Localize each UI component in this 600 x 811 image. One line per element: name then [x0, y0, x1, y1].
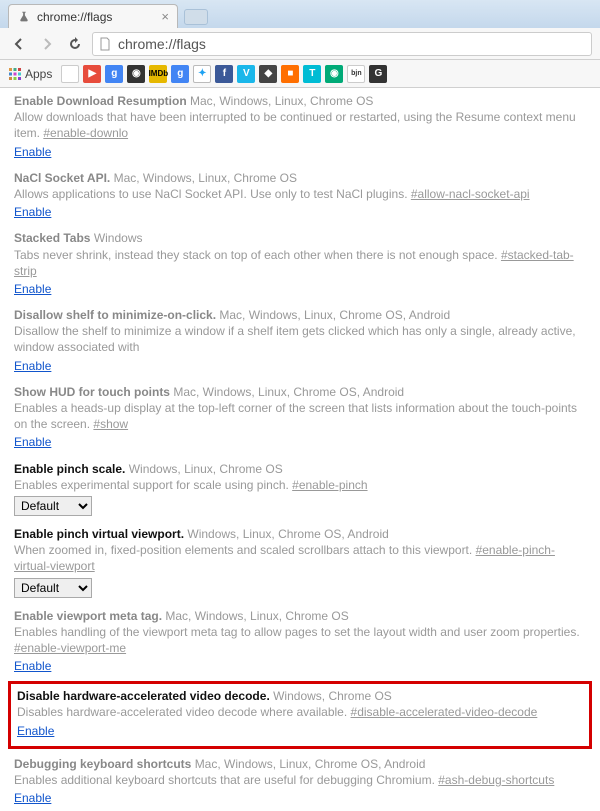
bookmark-icon-6[interactable]: g: [171, 65, 189, 83]
tab-title: chrome://flags: [37, 10, 112, 24]
url-text: chrome://flags: [118, 36, 206, 52]
flag-platforms: Mac, Windows, Linux, Chrome OS, Android: [219, 308, 450, 322]
enable-link[interactable]: Enable: [14, 790, 51, 806]
tab-strip: chrome://flags ×: [0, 0, 600, 28]
bookmark-icon-15[interactable]: G: [369, 65, 387, 83]
flag-title: Enable viewport meta tag.: [14, 609, 165, 623]
flag-description: Disables hardware-accelerated video deco…: [17, 705, 351, 719]
flag-select[interactable]: Default: [14, 578, 92, 598]
flag-description: Tabs never shrink, instead they stack on…: [14, 248, 501, 262]
flag-platforms: Mac, Windows, Linux, Chrome OS: [190, 94, 373, 108]
flag-title: Show HUD for touch points: [14, 385, 173, 399]
toolbar: chrome://flags: [0, 28, 600, 60]
bookmark-icon-3[interactable]: g: [105, 65, 123, 83]
bookmark-icon-14[interactable]: bjn: [347, 65, 365, 83]
flag-description: When zoomed in, fixed-position elements …: [14, 543, 476, 557]
flag-item: Enable viewport meta tag. Mac, Windows, …: [0, 603, 600, 680]
flags-content: Enable Download Resumption Mac, Windows,…: [0, 88, 600, 811]
bookmark-icon-2[interactable]: ▶: [83, 65, 101, 83]
forward-button[interactable]: [36, 33, 58, 55]
flag-anchor-link[interactable]: #enable-viewport-me: [14, 641, 126, 655]
bookmark-icon-8[interactable]: f: [215, 65, 233, 83]
flag-platforms: Windows: [94, 231, 143, 245]
flag-select[interactable]: Default: [14, 496, 92, 516]
flag-title: Disallow shelf to minimize-on-click.: [14, 308, 219, 322]
apps-button[interactable]: Apps: [8, 67, 52, 81]
flag-platforms: Mac, Windows, Linux, Chrome OS: [165, 609, 348, 623]
flag-platforms: Windows, Linux, Chrome OS: [129, 462, 283, 476]
enable-link[interactable]: Enable: [14, 434, 51, 450]
flag-platforms: Windows, Linux, Chrome OS, Android: [187, 527, 388, 541]
browser-tab[interactable]: chrome://flags ×: [8, 4, 178, 28]
bookmark-icon-4[interactable]: ◉: [127, 65, 145, 83]
bookmark-icon-11[interactable]: ■: [281, 65, 299, 83]
bookmark-icon-10[interactable]: ◆: [259, 65, 277, 83]
flag-anchor-link[interactable]: #disable-accelerated-video-decode: [351, 705, 538, 719]
bookmark-icon-5[interactable]: IMDb: [149, 65, 167, 83]
flag-item: Enable Download Resumption Mac, Windows,…: [0, 88, 600, 165]
page-icon: [99, 37, 113, 51]
flask-icon: [17, 10, 31, 24]
flag-anchor-link[interactable]: #enable-downlo: [43, 126, 128, 140]
flag-title: Enable pinch scale.: [14, 462, 129, 476]
enable-link[interactable]: Enable: [14, 204, 51, 220]
flag-description: Allows applications to use NaCl Socket A…: [14, 187, 411, 201]
bookmark-icon-12[interactable]: T: [303, 65, 321, 83]
back-button[interactable]: [8, 33, 30, 55]
bookmark-icon-7[interactable]: ✦: [193, 65, 211, 83]
flag-item: Disable hardware-accelerated video decod…: [17, 688, 583, 740]
apps-label-text: Apps: [25, 67, 52, 81]
flag-title: Enable pinch virtual viewport.: [14, 527, 187, 541]
flag-title: NaCl Socket API.: [14, 171, 114, 185]
flag-title: Stacked Tabs: [14, 231, 94, 245]
flag-item: NaCl Socket API. Mac, Windows, Linux, Ch…: [0, 165, 600, 226]
flag-title: Disable hardware-accelerated video decod…: [17, 689, 273, 703]
flag-item: Enable pinch virtual viewport. Windows, …: [0, 521, 600, 603]
enable-link[interactable]: Enable: [14, 658, 51, 674]
enable-link[interactable]: Enable: [17, 723, 54, 739]
enable-link[interactable]: Enable: [14, 358, 51, 374]
flag-description: Enables experimental support for scale u…: [14, 478, 292, 492]
close-icon[interactable]: ×: [161, 9, 169, 24]
flag-platforms: Mac, Windows, Linux, Chrome OS, Android: [195, 757, 426, 771]
flag-item: Disallow shelf to minimize-on-click. Mac…: [0, 302, 600, 379]
enable-link[interactable]: Enable: [14, 281, 51, 297]
flag-anchor-link[interactable]: #show: [93, 417, 128, 431]
highlighted-flag: Disable hardware-accelerated video decod…: [8, 681, 592, 749]
url-bar[interactable]: chrome://flags: [92, 32, 592, 56]
flag-title: Debugging keyboard shortcuts: [14, 757, 195, 771]
flag-platforms: Windows, Chrome OS: [273, 689, 392, 703]
flag-platforms: Mac, Windows, Linux, Chrome OS, Android: [173, 385, 404, 399]
enable-link[interactable]: Enable: [14, 144, 51, 160]
flag-description: Disallow the shelf to minimize a window …: [14, 324, 576, 354]
flag-anchor-link[interactable]: #ash-debug-shortcuts: [438, 773, 554, 787]
reload-button[interactable]: [64, 33, 86, 55]
flag-item: Show HUD for touch points Mac, Windows, …: [0, 379, 600, 456]
flag-item: Stacked Tabs Windows Tabs never shrink, i…: [0, 225, 600, 302]
flag-item: Debugging keyboard shortcuts Mac, Window…: [0, 751, 600, 811]
new-tab-button[interactable]: [184, 9, 208, 25]
flag-description: Enables handling of the viewport meta ta…: [14, 625, 580, 639]
flag-description: Enables additional keyboard shortcuts th…: [14, 773, 438, 787]
bookmarks-bar: Apps ▶ g ◉ IMDb g ✦ f V ◆ ■ T ◉ bjn G: [0, 60, 600, 88]
bookmark-icon-9[interactable]: V: [237, 65, 255, 83]
bookmark-icon-13[interactable]: ◉: [325, 65, 343, 83]
flag-title: Enable Download Resumption: [14, 94, 190, 108]
flag-item: Enable pinch scale. Windows, Linux, Chro…: [0, 456, 600, 521]
flag-anchor-link[interactable]: #enable-pinch: [292, 478, 367, 492]
flag-anchor-link[interactable]: #allow-nacl-socket-api: [411, 187, 530, 201]
bookmark-icon-1[interactable]: [61, 65, 79, 83]
apps-grid-icon: [8, 67, 22, 81]
flag-platforms: Mac, Windows, Linux, Chrome OS: [114, 171, 297, 185]
